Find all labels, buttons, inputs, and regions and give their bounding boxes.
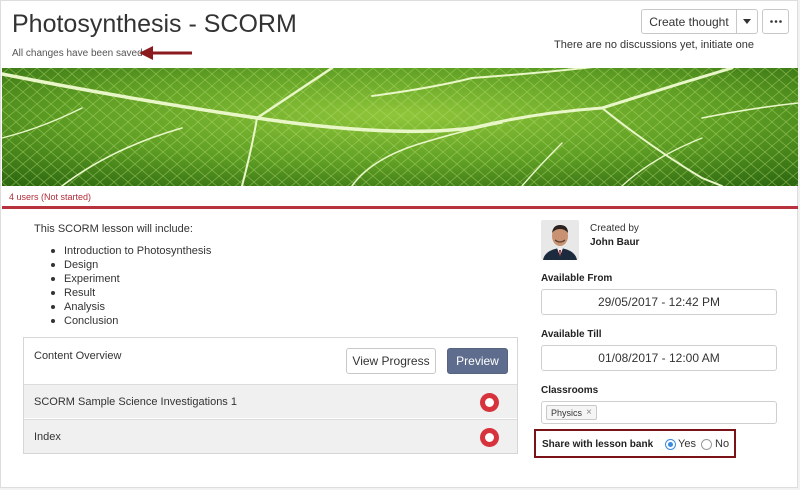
available-till-label: Available Till	[541, 329, 602, 340]
table-row[interactable]: Index	[24, 419, 517, 453]
lesson-page: Photosynthesis - SCORM All changes have …	[0, 0, 798, 488]
available-till-field[interactable]: 01/08/2017 - 12:00 AM	[541, 345, 777, 371]
classroom-tag: Physics ×	[546, 405, 597, 420]
save-status: All changes have been saved	[12, 48, 143, 59]
share-label: Share with lesson bank	[542, 439, 654, 450]
leaf-veins-image	[2, 68, 798, 186]
not-started-ring-icon	[480, 393, 499, 412]
available-from-field[interactable]: 29/05/2017 - 12:42 PM	[541, 289, 777, 315]
created-by-label: Created by	[590, 223, 639, 234]
content-overview-panel: Content Overview View Progress Preview S…	[23, 337, 518, 454]
content-overview-title: Content Overview	[34, 350, 122, 362]
classrooms-input[interactable]: Physics ×	[541, 401, 777, 424]
list-item: Experiment	[50, 272, 211, 286]
not-started-ring-icon	[480, 428, 499, 447]
list-item: Design	[50, 258, 211, 272]
status-divider	[2, 206, 798, 209]
chevron-down-icon	[743, 19, 751, 24]
discussion-status[interactable]: There are no discussions yet, initiate o…	[554, 39, 754, 51]
share-no-label[interactable]: No	[715, 438, 729, 450]
view-progress-button[interactable]: View Progress	[346, 348, 436, 374]
lesson-intro: This SCORM lesson will include:	[34, 223, 193, 235]
more-options-button[interactable]	[762, 9, 789, 34]
available-from-label: Available From	[541, 273, 613, 284]
lesson-items-list: Introduction to Photosynthesis Design Ex…	[50, 244, 212, 328]
share-yes-radio[interactable]	[665, 439, 676, 450]
share-yes-label[interactable]: Yes	[678, 438, 696, 450]
classroom-tag-label: Physics	[551, 407, 583, 418]
close-icon[interactable]: ×	[586, 407, 592, 418]
create-thought-button[interactable]: Create thought	[641, 9, 737, 34]
arrow-left-icon	[139, 46, 192, 60]
more-horizontal-icon	[769, 20, 782, 23]
creator-name[interactable]: John Baur	[590, 237, 639, 248]
share-no-radio[interactable]	[701, 439, 712, 450]
list-item: Result	[50, 286, 211, 300]
page-title: Photosynthesis - SCORM	[12, 10, 297, 38]
preview-button[interactable]: Preview	[447, 348, 508, 374]
share-with-lesson-bank: Share with lesson bank Yes No	[534, 429, 736, 458]
content-item-label: Index	[34, 431, 61, 443]
users-status[interactable]: 4 users (Not started)	[9, 192, 91, 202]
list-item: Conclusion	[50, 314, 211, 328]
banner-image	[2, 68, 798, 186]
list-item: Introduction to Photosynthesis	[50, 245, 212, 257]
create-thought-dropdown-button[interactable]	[736, 9, 758, 34]
content-item-label: SCORM Sample Science Investigations 1	[34, 396, 237, 408]
classrooms-label: Classrooms	[541, 385, 599, 396]
avatar	[541, 220, 579, 260]
table-row[interactable]: SCORM Sample Science Investigations 1	[24, 384, 517, 418]
list-item: Analysis	[50, 300, 211, 314]
